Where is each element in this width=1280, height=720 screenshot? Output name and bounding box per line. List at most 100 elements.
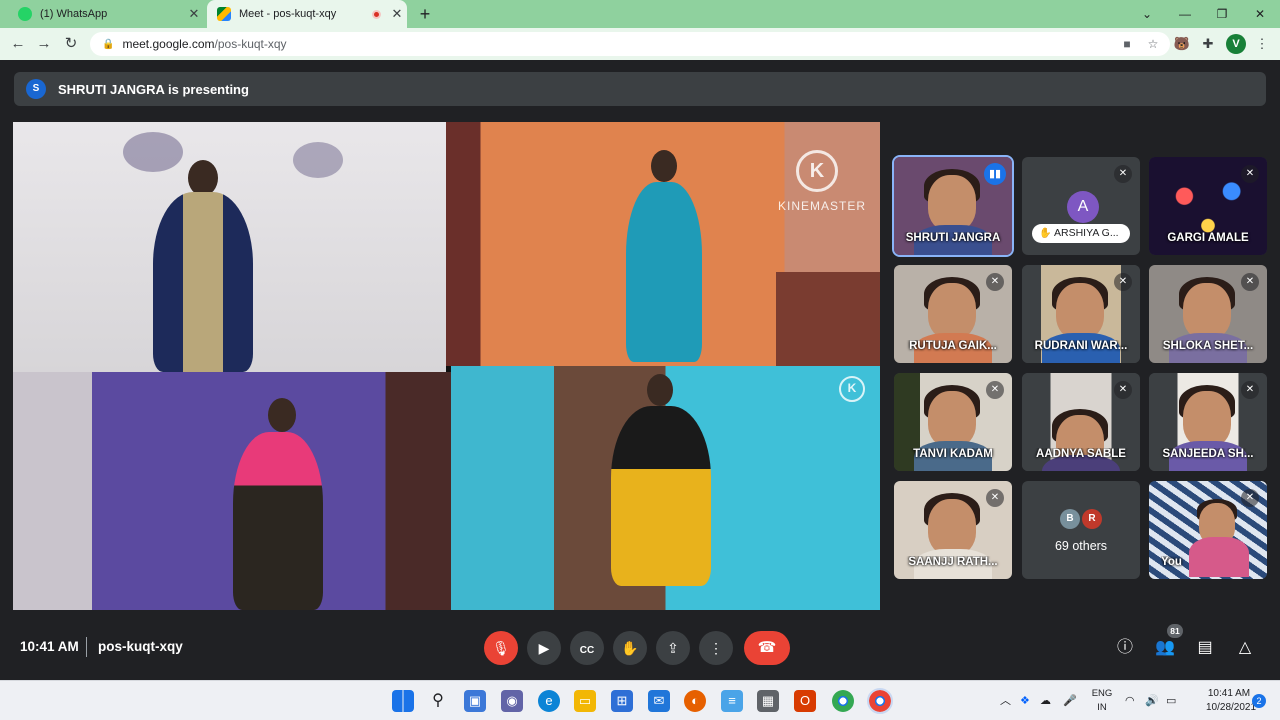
close-window-button[interactable]: ✕ [1250,4,1270,24]
file-explorer-icon[interactable]: ▭ [574,690,596,712]
calculator-icon[interactable]: ▦ [757,690,779,712]
back-button[interactable]: ← [8,34,28,54]
camera-in-use-icon[interactable]: ■ [1118,35,1136,53]
people-icon: 👥 [1155,639,1175,656]
present-now-button[interactable]: ⇪ [656,631,690,665]
url-text: meet.google.com/pos-kuqt-xqy [122,37,1118,51]
onedrive-icon[interactable]: ☁ [1040,693,1051,709]
wifi-icon[interactable]: ◠ [1125,693,1135,709]
bed-decoration [776,272,880,366]
participant-tile[interactable]: ✕ RUTUJA GAIK... [894,265,1012,363]
divider [86,637,87,657]
show-hidden-icons[interactable]: ︿ [1000,693,1011,709]
tab-whatsapp[interactable]: (1) WhatsApp ✕ [8,0,204,28]
participant-video [928,283,976,339]
chrome-profile-icon[interactable] [832,690,854,712]
tab-meet[interactable]: Meet - pos-kuqt-xqy ✕ [207,0,407,28]
browser-menu-icon[interactable]: ⋮ [1252,34,1272,54]
close-tab-icon[interactable]: ✕ [184,6,204,22]
participant-tile[interactable]: ✕ AADNYA SABLE [1022,373,1140,471]
video-quadrant-top-right: K KINEMASTER [446,122,880,366]
kinemaster-logo: K [839,376,865,402]
notification-count-badge[interactable]: 2 [1252,694,1266,708]
firefox-icon[interactable]: ◐ [684,690,706,712]
raise-hand-button[interactable]: ✋ [613,631,647,665]
mic-off-icon: ✕ [1114,165,1132,183]
maximize-button[interactable]: ❐ [1212,4,1232,24]
meeting-control-bar: 10:41 AM pos-kuqt-xqy 🎙 ▶ CC ✋ ⇪ ⋮ ☎ ⓘ 👥… [0,620,1280,680]
participant-name: RUTUJA GAIK... [909,340,997,352]
captions-button[interactable]: CC [570,631,604,665]
dropbox-icon[interactable]: ❖ [1020,693,1030,709]
edge-browser-icon[interactable]: e [538,690,560,712]
browser-tab-strip: (1) WhatsApp ✕ Meet - pos-kuqt-xqy ✕ + ⌄… [0,0,1280,28]
others-tile[interactable]: B R 69 others [1022,481,1140,579]
microphone-toggle-button[interactable]: 🎙 [484,631,518,665]
presentation-video[interactable]: K KINEMASTER K [13,122,880,610]
participant-tile[interactable]: ✕ RUDRANI WAR... [1022,265,1140,363]
mic-off-icon: ✕ [1241,381,1259,399]
notepad-icon[interactable]: ≡ [721,690,743,712]
info-icon: ⓘ [1116,639,1133,656]
task-view-icon[interactable]: ▣ [464,690,486,712]
forward-button[interactable]: → [34,34,54,54]
microsoft-store-icon[interactable]: ⊞ [611,690,633,712]
bookmark-star-icon[interactable]: ☆ [1144,35,1162,53]
mic-off-icon: ✕ [986,489,1004,507]
chat-icon: ▤ [1197,639,1213,656]
people-button[interactable]: 👥 [1153,636,1177,660]
hang-up-icon: ☎ [757,639,777,656]
dancer-figure [647,374,673,406]
battery-icon[interactable]: ▭ [1166,693,1176,709]
close-tab-icon[interactable]: ✕ [387,6,407,22]
participant-tile[interactable]: ▮▮ SHRUTI JANGRA [892,155,1014,257]
participant-name: SHRUTI JANGRA [905,232,1001,244]
microphone-tray-icon[interactable]: 🎤 [1063,693,1077,709]
video-quadrant-bottom-left [13,372,451,610]
system-clock[interactable]: 10:41 AM 10/28/2021 [1206,687,1256,715]
participant-tile[interactable]: ✕ SHLOKA SHET... [1149,265,1267,363]
presenting-banner: S SHRUTI JANGRA is presenting [14,72,1266,106]
extensions-puzzle-icon[interactable]: ✚ [1198,34,1218,54]
dancer-figure [233,432,323,610]
participant-tile[interactable]: ✕ SAANJJ RATH... [894,481,1012,579]
office-icon[interactable]: O [794,690,816,712]
language-indicator[interactable]: ENG IN [1090,687,1114,715]
volume-icon[interactable]: 🔊 [1145,693,1159,709]
windows-start-icon[interactable] [392,690,414,712]
raised-hand-chip: ✋ ARSHIYA G... [1032,224,1130,243]
dancer-figure [626,182,702,362]
leave-call-button[interactable]: ☎ [744,631,790,665]
participant-name: SHLOKA SHET... [1162,340,1254,352]
dancer-figure [651,150,677,182]
participant-avatar: A [1067,191,1099,223]
activities-button[interactable]: △ [1233,636,1257,660]
participant-tile[interactable]: A ✕ ✋ ARSHIYA G... [1022,157,1140,255]
participant-tile[interactable]: ✕ TANVI KADAM [894,373,1012,471]
new-tab-button[interactable]: + [414,3,436,25]
others-count: 69 others [1054,539,1108,553]
chat-button[interactable]: ▤ [1193,636,1217,660]
tab-search-icon[interactable]: ⌄ [1137,4,1157,24]
camera-toggle-button[interactable]: ▶ [527,631,561,665]
teams-chat-icon[interactable]: ◉ [501,690,523,712]
meeting-code: pos-kuqt-xqy [98,639,183,654]
camera-icon: ▶ [538,640,550,656]
extension-icon[interactable]: 🐻 [1172,34,1192,54]
participant-tile[interactable]: ✕ GARGI AMALE [1149,157,1267,255]
reload-button[interactable]: ↻ [61,34,81,54]
participant-tile-self[interactable]: ✕ You [1149,481,1267,579]
tab-title: (1) WhatsApp [40,8,108,20]
wall-flower-decoration [123,132,183,172]
meeting-details-button[interactable]: ⓘ [1113,636,1137,660]
profile-avatar[interactable]: V [1226,34,1246,54]
participant-tile[interactable]: ✕ SANJEEDA SH... [1149,373,1267,471]
more-options-button[interactable]: ⋮ [699,631,733,665]
address-bar[interactable]: 🔒 meet.google.com/pos-kuqt-xqy ■ ☆ [90,32,1170,56]
meeting-time: 10:41 AM [20,639,79,654]
language-code: ENG [1091,688,1113,699]
chrome-icon[interactable] [867,688,893,714]
search-icon[interactable]: ⚲ [427,690,449,712]
mail-icon[interactable]: ✉ [648,690,670,712]
minimize-button[interactable]: — [1175,4,1195,24]
